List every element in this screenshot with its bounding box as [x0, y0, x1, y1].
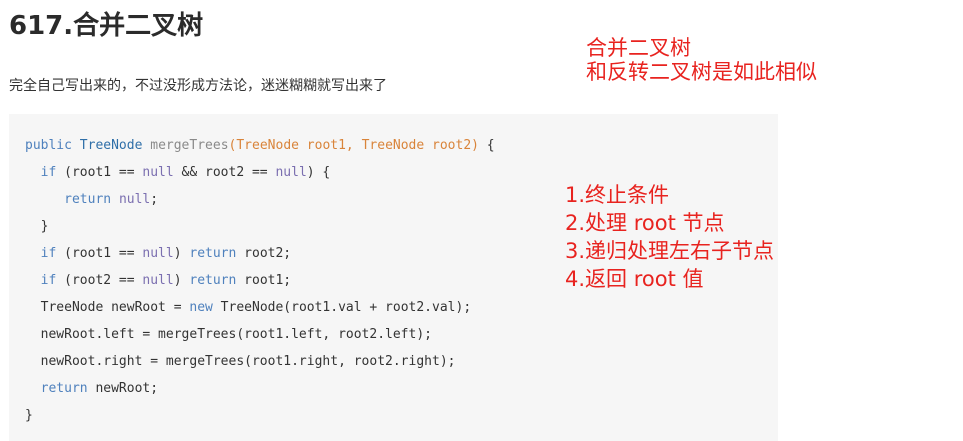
code-text: ) { [306, 165, 331, 180]
code-text: ) [173, 246, 190, 261]
code-text: } [40, 219, 49, 234]
code-text: (root1 == [56, 246, 143, 261]
code-keyword: return [189, 246, 237, 261]
code-line: TreeNode newRoot = new TreeNode(root1.va… [25, 294, 778, 321]
code-text: ; [150, 192, 159, 207]
code-keyword: new [189, 300, 213, 315]
code-keyword: return [189, 273, 237, 288]
intro-text: 完全自己写出来的，不过没形成方法论，迷迷糊糊就写出来了 [9, 78, 387, 94]
code-text: TreeNode newRoot = [40, 300, 190, 315]
code-text: (root1 == [56, 165, 143, 180]
code-text: newRoot.right = mergeTrees(root1.right, … [40, 354, 456, 369]
annotation-steps: 1.终止条件 2.处理 root 节点 3.递归处理左右子节点 4.返回 roo… [565, 181, 774, 293]
code-line: } [25, 402, 778, 429]
code-keyword: return [64, 192, 112, 207]
code-keyword: if [40, 165, 57, 180]
code-null: null [142, 246, 174, 261]
code-line: newRoot.left = mergeTrees(root1.left, ro… [25, 321, 778, 348]
code-keyword: return [40, 381, 88, 396]
code-type: TreeNode [79, 138, 143, 153]
code-text: ) [173, 273, 190, 288]
code-null: null [118, 192, 151, 207]
code-text: { [478, 138, 495, 153]
code-keyword: public [25, 138, 72, 153]
annotation-step: 3.递归处理左右子节点 [565, 239, 775, 263]
code-function-name: mergeTrees [150, 138, 229, 153]
code-keyword: if [40, 246, 57, 261]
code-text: root1; [236, 273, 292, 288]
page: 617.合并二叉树 完全自己写出来的，不过没形成方法论，迷迷糊糊就写出来了 pu… [0, 0, 963, 441]
code-null: null [142, 165, 174, 180]
code-line: newRoot.right = mergeTrees(root1.right, … [25, 348, 778, 375]
annotation-step: 1.终止条件 [565, 183, 670, 207]
page-title: 617.合并二叉树 [9, 11, 204, 41]
code-line: return newRoot; [25, 375, 778, 402]
annotation-step: 2.处理 root 节点 [565, 211, 725, 235]
code-text: } [25, 408, 33, 423]
annotation-step: 4.返回 root 值 [565, 267, 704, 291]
code-null: null [142, 273, 174, 288]
code-text: newRoot.left = mergeTrees(root1.left, ro… [40, 327, 432, 342]
code-keyword: if [40, 273, 57, 288]
annotation-line: 合并二叉树 [586, 36, 691, 60]
code-text: root2; [236, 246, 292, 261]
code-text: && root2 == [173, 165, 276, 180]
annotation-similarity: 合并二叉树 和反转二叉树是如此相似 [586, 36, 817, 84]
code-text: TreeNode(root1.val + root2.val); [212, 300, 472, 315]
annotation-line: 和反转二叉树是如此相似 [586, 60, 817, 84]
code-line: public TreeNode mergeTrees(TreeNode root… [25, 132, 778, 159]
code-text: (root2 == [56, 273, 143, 288]
code-text: newRoot; [87, 381, 159, 396]
code-null: null [275, 165, 307, 180]
code-params: (TreeNode root1, TreeNode root2) [228, 138, 479, 153]
